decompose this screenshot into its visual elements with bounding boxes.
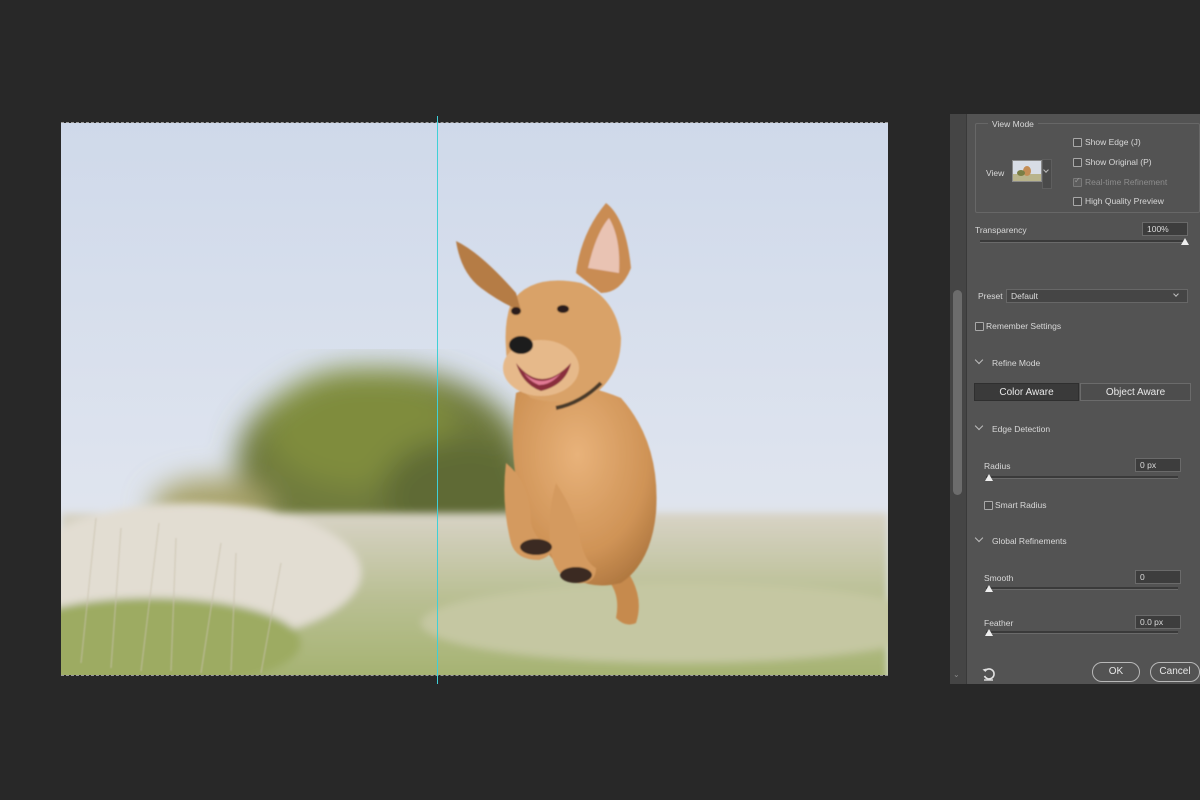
- smooth-slider-track[interactable]: [986, 587, 1178, 590]
- refine-mode-title[interactable]: Refine Mode: [992, 358, 1040, 368]
- view-label: View: [986, 168, 1005, 178]
- panel-scrollbar[interactable]: ⌄: [950, 114, 967, 684]
- feather-slider-track[interactable]: [986, 631, 1178, 634]
- refine-mode-chevron-down-icon[interactable]: [974, 355, 984, 365]
- scroll-down-arrow-icon[interactable]: ⌄: [953, 670, 960, 679]
- selection-marquee-bottom: [61, 675, 888, 676]
- realtime-refinement-label: Real-time Refinement: [1085, 177, 1168, 187]
- show-edge-checkbox[interactable]: [1073, 138, 1082, 147]
- edge-detection-title[interactable]: Edge Detection: [992, 424, 1050, 434]
- view-thumbnail-image-icon: [1013, 161, 1041, 181]
- feather-value-field[interactable]: 0.0 px: [1135, 615, 1181, 629]
- view-mode-thumbnail[interactable]: [1012, 160, 1042, 182]
- cancel-button[interactable]: Cancel: [1150, 662, 1200, 682]
- feather-slider-thumb[interactable]: [985, 629, 993, 636]
- color-aware-button[interactable]: Color Aware: [974, 383, 1079, 401]
- transparency-slider-track[interactable]: [980, 240, 1186, 243]
- view-mode-dropdown[interactable]: [1042, 159, 1052, 189]
- properties-panel: ⌄ View Mode View Show Edge (J) Show Orig…: [950, 114, 1200, 684]
- reset-icon[interactable]: [981, 666, 997, 682]
- selection-marquee-top: [61, 122, 888, 123]
- realtime-refinement-checkbox: [1073, 176, 1082, 187]
- high-quality-preview-checkbox[interactable]: [1073, 197, 1082, 206]
- transparency-slider-thumb[interactable]: [1181, 238, 1189, 245]
- radius-slider-thumb[interactable]: [985, 474, 993, 481]
- photo-running-dog: [61, 123, 888, 675]
- radius-slider-track[interactable]: [986, 476, 1178, 479]
- view-mode-legend: View Mode: [988, 119, 1038, 129]
- feather-label: Feather: [984, 618, 1014, 628]
- smart-radius-label: Smart Radius: [995, 500, 1047, 510]
- object-aware-button[interactable]: Object Aware: [1080, 383, 1191, 401]
- document-canvas[interactable]: [61, 123, 888, 675]
- scrollbar-thumb[interactable]: [953, 290, 962, 495]
- smooth-value-field[interactable]: 0: [1135, 570, 1181, 584]
- radius-label: Radius: [984, 461, 1011, 471]
- remember-settings-checkbox[interactable]: [975, 322, 984, 331]
- smooth-slider-thumb[interactable]: [985, 585, 993, 592]
- global-refinements-chevron-down-icon[interactable]: [974, 533, 984, 543]
- smart-radius-checkbox[interactable]: [984, 501, 993, 510]
- show-edge-label: Show Edge (J): [1085, 137, 1141, 147]
- high-quality-preview-label: High Quality Preview: [1085, 196, 1164, 206]
- transparency-label: Transparency: [975, 225, 1027, 235]
- show-original-label: Show Original (P): [1085, 157, 1152, 167]
- smooth-label: Smooth: [984, 573, 1014, 583]
- global-refinements-title[interactable]: Global Refinements: [992, 536, 1067, 546]
- chevron-down-icon: [1043, 167, 1049, 173]
- split-view-guide[interactable]: [437, 116, 438, 684]
- transparency-value-field[interactable]: 100%: [1142, 222, 1188, 236]
- edge-detection-chevron-down-icon[interactable]: [974, 421, 984, 431]
- show-original-checkbox[interactable]: [1073, 158, 1082, 167]
- preset-label: Preset: [978, 291, 1003, 301]
- preset-value: Default: [1011, 291, 1038, 301]
- remember-settings-label: Remember Settings: [986, 321, 1062, 331]
- chevron-down-icon: [1173, 291, 1179, 297]
- preset-select[interactable]: Default: [1006, 289, 1188, 303]
- radius-value-field[interactable]: 0 px: [1135, 458, 1181, 472]
- ok-button[interactable]: OK: [1092, 662, 1140, 682]
